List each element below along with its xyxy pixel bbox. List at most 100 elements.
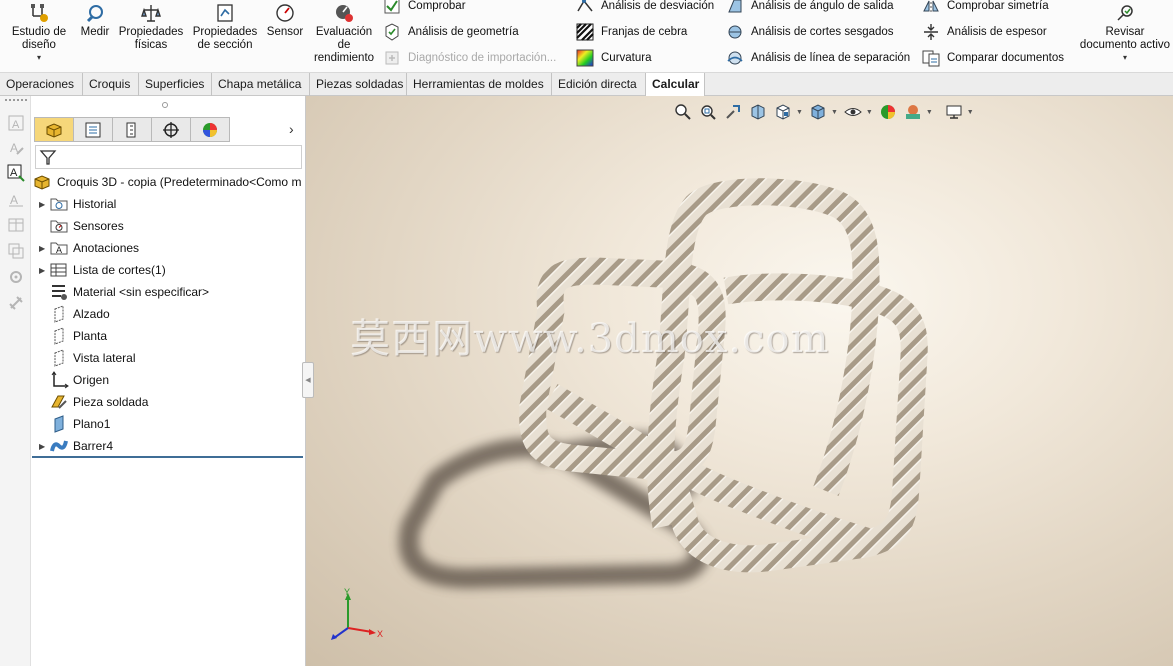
graphics-viewport[interactable]: ▼ ▼ ▼ ▼ ▼ 莫西网www.3dmox.com Y X bbox=[306, 96, 1173, 666]
check-button[interactable]: Comprobar bbox=[383, 0, 466, 15]
undercut-analysis-icon bbox=[726, 23, 744, 41]
chevron-down-icon[interactable]: ▼ bbox=[831, 109, 838, 116]
tree-root-part[interactable]: Croquis 3D - copia (Predeterminado<Como … bbox=[33, 172, 301, 192]
triad-x-label: X bbox=[377, 629, 383, 639]
tree-item-anotaciones[interactable]: ▶ A Anotaciones bbox=[39, 238, 139, 258]
tree-item-historial[interactable]: ▶ Historial bbox=[39, 194, 116, 214]
annotation-table-icon[interactable] bbox=[7, 216, 25, 234]
annotation-link-icon[interactable] bbox=[7, 294, 25, 312]
heads-up-view-toolbar: ▼ ▼ ▼ ▼ ▼ bbox=[672, 101, 978, 123]
grip-handle[interactable] bbox=[5, 99, 27, 101]
review-document-button[interactable]: Revisar documento activo ▾ bbox=[1078, 2, 1172, 62]
tree-item-origen[interactable]: Origen bbox=[39, 370, 109, 390]
collapse-panel-handle[interactable]: ◀ bbox=[302, 362, 314, 398]
tree-item-barrer4[interactable]: ▶ Barrer4 bbox=[39, 436, 113, 456]
curvature-button[interactable]: Curvatura bbox=[576, 49, 652, 67]
zebra-stripes-icon bbox=[576, 23, 594, 41]
tree-item-alzado[interactable]: Alzado bbox=[39, 304, 110, 324]
draft-analysis-button[interactable]: Análisis de ángulo de salida bbox=[726, 0, 894, 15]
feature-tree-tab[interactable] bbox=[34, 117, 74, 142]
expand-arrow-icon[interactable]: ▶ bbox=[39, 266, 49, 275]
section-properties-button[interactable]: Propiedades de sección bbox=[192, 2, 258, 52]
tree-item-planta[interactable]: Planta bbox=[39, 326, 107, 346]
tab-herramientas-moldes[interactable]: Herramientas de moldes bbox=[407, 73, 552, 96]
tree-item-label: Material <sin especificar> bbox=[73, 285, 210, 299]
measure-button[interactable]: Medir bbox=[76, 2, 114, 39]
chevron-right-icon[interactable]: › bbox=[289, 121, 294, 137]
chevron-down-icon[interactable]: ▼ bbox=[796, 109, 803, 116]
design-study-button[interactable]: Estudio de diseño ▾ bbox=[8, 2, 70, 62]
tab-piezas-soldadas[interactable]: Piezas soldadas bbox=[310, 73, 407, 96]
symmetry-check-label: Comprobar simetría bbox=[947, 0, 1049, 12]
annotation-settings-icon[interactable] bbox=[7, 268, 25, 286]
panel-resize-handle[interactable] bbox=[162, 102, 168, 108]
geometry-analysis-icon bbox=[383, 23, 401, 41]
cut-list-icon bbox=[49, 261, 69, 279]
smart-annotation-icon[interactable]: A bbox=[7, 164, 25, 182]
tree-item-label: Planta bbox=[73, 329, 108, 343]
hide-show-items-icon[interactable] bbox=[842, 101, 864, 123]
parting-line-analysis-button[interactable]: Análisis de línea de separación bbox=[726, 49, 910, 67]
performance-evaluation-button[interactable]: Evaluación de rendimiento bbox=[310, 2, 378, 65]
chevron-down-icon[interactable]: ▼ bbox=[866, 109, 873, 116]
tab-calcular[interactable]: Calcular bbox=[646, 73, 705, 97]
chevron-down-icon[interactable]: ▾ bbox=[1123, 54, 1127, 62]
undercut-analysis-button[interactable]: Análisis de cortes sesgados bbox=[726, 23, 894, 41]
tab-chapa-metalica[interactable]: Chapa metálica bbox=[212, 73, 310, 96]
tree-item-material[interactable]: Material <sin especificar> bbox=[39, 282, 209, 302]
zoom-to-area-icon[interactable] bbox=[697, 101, 719, 123]
edit-appearance-icon[interactable] bbox=[877, 101, 899, 123]
rope-knot-model[interactable] bbox=[306, 96, 1173, 666]
review-document-icon bbox=[1114, 2, 1136, 24]
mass-properties-button[interactable]: Propiedades físicas bbox=[118, 2, 184, 52]
chevron-down-icon[interactable]: ▾ bbox=[37, 54, 41, 62]
configuration-manager-tab[interactable] bbox=[112, 117, 152, 142]
annotation-note-icon[interactable]: A bbox=[7, 114, 25, 132]
annotation-copy-icon[interactable] bbox=[7, 242, 25, 260]
tree-item-sensores[interactable]: Sensores bbox=[39, 216, 124, 236]
chevron-down-icon[interactable]: ▼ bbox=[967, 109, 974, 116]
task-strip: A A A A bbox=[0, 96, 31, 666]
expand-arrow-icon[interactable]: ▶ bbox=[39, 200, 49, 209]
previous-view-icon[interactable] bbox=[722, 101, 744, 123]
zebra-stripes-button[interactable]: Franjas de cebra bbox=[576, 23, 687, 41]
tab-operaciones[interactable]: Operaciones bbox=[0, 73, 83, 96]
expand-arrow-icon[interactable]: ▶ bbox=[39, 244, 49, 253]
tree-item-lista-cortes[interactable]: ▶ Lista de cortes(1) bbox=[39, 260, 166, 280]
display-style-icon[interactable] bbox=[807, 101, 829, 123]
watermark-text: 莫西网www.3dmox.com bbox=[350, 316, 830, 362]
undercut-analysis-label: Análisis de cortes sesgados bbox=[751, 26, 894, 38]
tab-superficies[interactable]: Superficies bbox=[139, 73, 212, 96]
section-view-icon[interactable] bbox=[747, 101, 769, 123]
symmetry-check-button[interactable]: Comprobar simetría bbox=[922, 0, 1049, 15]
annotation-format-icon[interactable]: A bbox=[7, 190, 25, 208]
tree-item-plano1[interactable]: Plano1 bbox=[39, 414, 110, 434]
import-diagnostics-button[interactable]: Diagnóstico de importación... bbox=[383, 49, 556, 67]
geometry-analysis-button[interactable]: Análisis de geometría bbox=[383, 23, 519, 41]
check-label: Comprobar bbox=[408, 0, 466, 12]
zoom-to-fit-icon[interactable] bbox=[672, 101, 694, 123]
coordinate-triad: Y X bbox=[331, 588, 383, 640]
apply-scene-icon[interactable] bbox=[902, 101, 924, 123]
deviation-analysis-button[interactable]: Análisis de desviación bbox=[576, 0, 714, 15]
section-properties-label-1: Propiedades bbox=[192, 26, 258, 38]
property-manager-tab[interactable] bbox=[73, 117, 113, 142]
performance-evaluation-label-1: Evaluación bbox=[315, 26, 373, 38]
display-manager-tab[interactable] bbox=[190, 117, 230, 142]
dimxpert-tab[interactable] bbox=[151, 117, 191, 142]
svg-text:A: A bbox=[56, 245, 62, 255]
tree-root-label: Croquis 3D - copia (Predeterminado<Como … bbox=[57, 175, 302, 189]
annotation-edit-icon[interactable]: A bbox=[7, 138, 25, 156]
tree-item-vista-lateral[interactable]: Vista lateral bbox=[39, 348, 135, 368]
chevron-down-icon[interactable]: ▼ bbox=[926, 109, 933, 116]
thickness-analysis-button[interactable]: Análisis de espesor bbox=[922, 23, 1047, 41]
tree-item-pieza-soldada[interactable]: Pieza soldada bbox=[39, 392, 148, 412]
tree-filter-input[interactable] bbox=[35, 145, 302, 169]
view-settings-monitor-icon[interactable] bbox=[943, 101, 965, 123]
compare-documents-button[interactable]: Comparar documentos bbox=[922, 49, 1064, 67]
sensor-button[interactable]: Sensor bbox=[265, 2, 305, 39]
tab-edicion-directa[interactable]: Edición directa bbox=[552, 73, 646, 96]
view-orientation-icon[interactable] bbox=[772, 101, 794, 123]
tab-croquis[interactable]: Croquis bbox=[83, 73, 139, 96]
expand-arrow-icon[interactable]: ▶ bbox=[39, 442, 49, 451]
